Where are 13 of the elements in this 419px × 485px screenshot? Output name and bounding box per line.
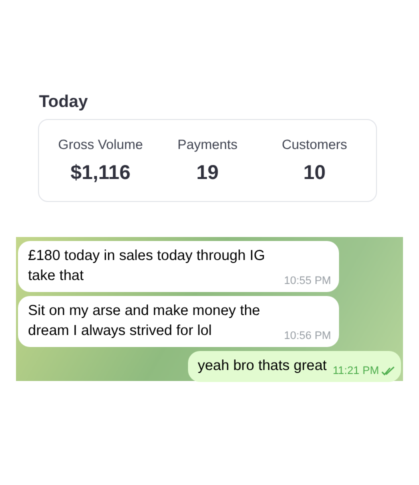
stat-value: 19 [196, 162, 219, 184]
message-text: £180 today in sales today through IG take that [28, 247, 266, 286]
stat-label: Customers [282, 136, 348, 152]
stat-value: $1,116 [70, 162, 131, 184]
stat-value: 10 [303, 162, 326, 184]
message-time: 10:56 PM [284, 329, 332, 343]
section-title: Today [39, 92, 88, 112]
stat-label: Gross Volume [58, 136, 143, 152]
message-time: 10:55 PM [284, 274, 332, 288]
stat-label: Payments [177, 136, 238, 152]
message-text: Sit on my arse and make money the dream I always strived for lol [28, 302, 262, 341]
message-text: yeah bro thats great [198, 357, 327, 376]
message-time: 11:21 PM [332, 364, 379, 378]
